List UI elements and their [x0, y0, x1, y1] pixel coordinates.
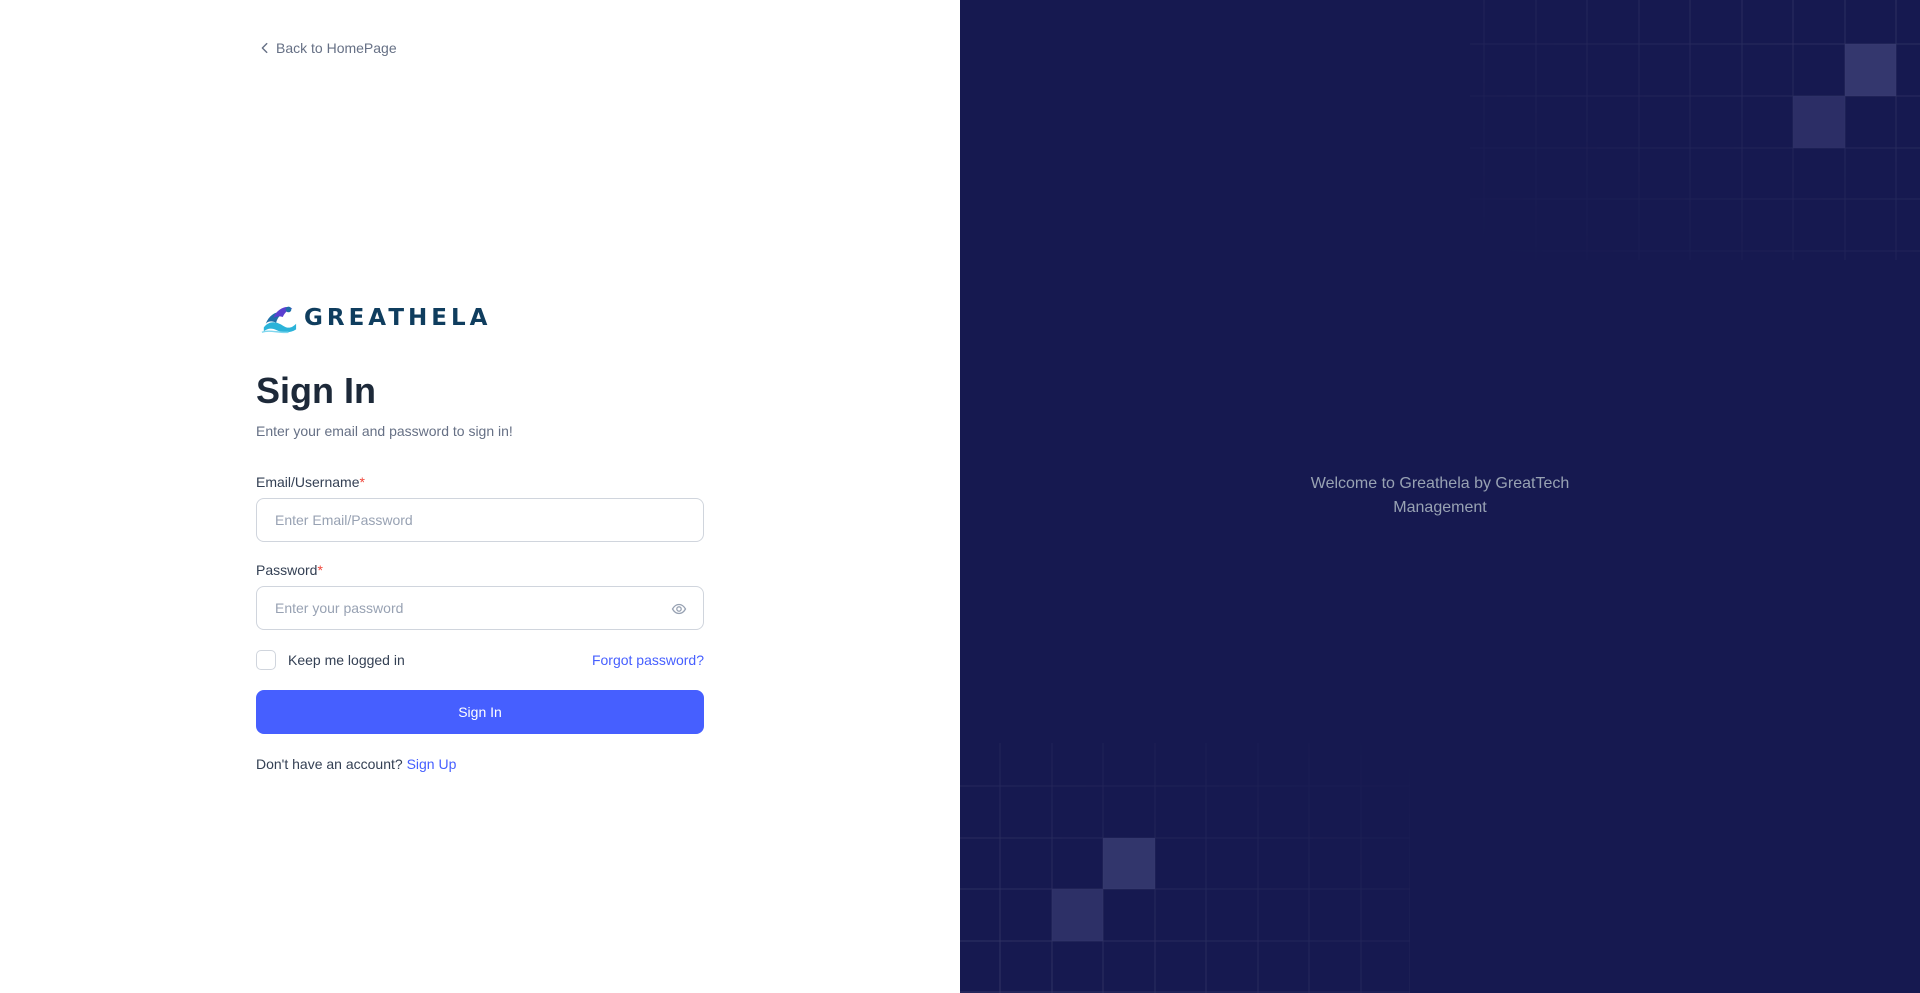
decorative-grid-bottom-left [960, 743, 1410, 993]
welcome-message: Welcome to Greathela by GreatTech Manage… [960, 472, 1920, 520]
logo-wordmark: GREATHELA [304, 305, 492, 331]
email-input-box [256, 498, 704, 542]
required-mark: * [359, 474, 365, 490]
password-label: Password* [256, 562, 704, 578]
sign-in-button[interactable]: Sign In [256, 690, 704, 734]
email-label: Email/Username* [256, 474, 704, 490]
sign-in-page: Back to HomePage GREATHELA Sign In Enter… [0, 0, 1920, 993]
welcome-line-2: Management [1393, 499, 1487, 516]
logo-mark-icon [261, 306, 297, 334]
remember-me: Keep me logged in [256, 650, 405, 670]
password-input[interactable] [273, 599, 687, 617]
eye-icon[interactable] [671, 601, 687, 617]
sign-up-link[interactable]: Sign Up [407, 756, 457, 772]
welcome-line-1: Welcome to Greathela by GreatTech [1310, 475, 1570, 492]
signup-row: Don't have an account? Sign Up [256, 756, 704, 772]
brand-logo: GREATHELA [260, 298, 704, 338]
chevron-left-icon [261, 42, 268, 54]
password-label-text: Password [256, 562, 318, 578]
options-row: Keep me logged in Forgot password? [256, 650, 704, 670]
sign-in-form: GREATHELA Sign In Enter your email and p… [256, 298, 704, 772]
left-panel: Back to HomePage GREATHELA Sign In Enter… [0, 0, 960, 993]
decorative-grid-top-right [1470, 0, 1920, 260]
back-link-label: Back to HomePage [276, 40, 397, 56]
email-label-text: Email/Username [256, 474, 360, 490]
email-input[interactable] [273, 511, 687, 529]
keep-logged-in-label: Keep me logged in [288, 652, 405, 668]
keep-logged-in-checkbox[interactable] [256, 650, 276, 670]
right-panel: Welcome to Greathela by GreatTech Manage… [960, 0, 1920, 993]
page-title: Sign In [256, 370, 376, 411]
forgot-password-link[interactable]: Forgot password? [592, 652, 704, 668]
back-to-homepage-link[interactable]: Back to HomePage [258, 40, 397, 56]
password-input-box [256, 586, 704, 630]
no-account-text: Don't have an account? [256, 756, 403, 772]
page-subtitle: Enter your email and password to sign in… [256, 423, 513, 439]
required-mark: * [317, 562, 323, 578]
